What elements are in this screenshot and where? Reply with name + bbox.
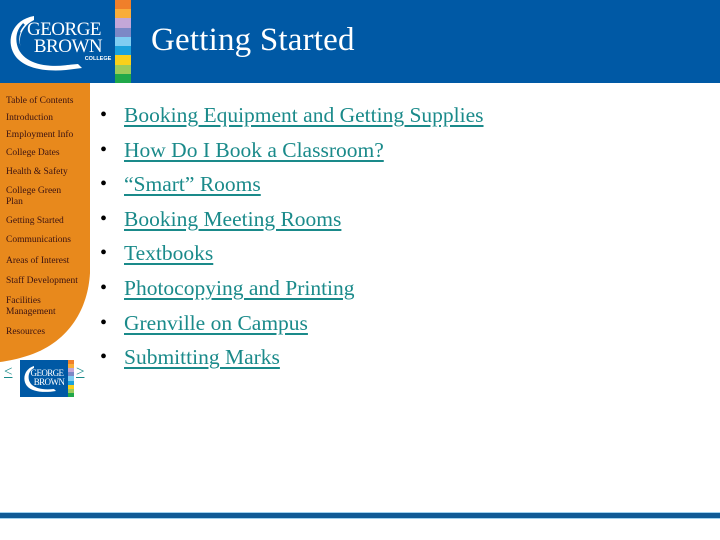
link-textbooks[interactable]: Textbooks [124, 237, 213, 269]
sidebar-item-employment-info[interactable]: Employment Info [6, 130, 88, 141]
bottom-divider [0, 512, 720, 519]
color-band [115, 64, 131, 74]
george-brown-logo-icon: GEORGE BROWN COLLEGE [10, 16, 112, 71]
link-submitting-marks[interactable]: Submitting Marks [124, 341, 280, 373]
previous-slide-button[interactable]: < [4, 364, 12, 381]
sidebar-item-college-green-plan[interactable]: College Green Plan [6, 186, 68, 208]
sidebar-item-table-of-contents[interactable]: Table of Contents [6, 96, 88, 107]
svg-text:BROWN: BROWN [34, 36, 103, 57]
sidebar-item-resources[interactable]: Resources [6, 327, 88, 338]
bullet-icon [100, 309, 120, 337]
link-booking-meeting-rooms[interactable]: Booking Meeting Rooms [124, 203, 341, 235]
bullet-icon [100, 170, 120, 198]
bullet-icon [100, 274, 120, 302]
color-band [115, 0, 131, 10]
next-slide-button[interactable]: > [76, 364, 84, 381]
page-title: Getting Started [151, 22, 355, 58]
link-grenville-on-campus[interactable]: Grenville on Campus [124, 307, 308, 339]
color-band [115, 9, 131, 19]
sidebar-item-staff-development[interactable]: Staff Development [6, 276, 88, 287]
svg-text:COLLEGE: COLLEGE [85, 56, 112, 62]
bullet-icon [100, 205, 120, 233]
color-band [115, 46, 131, 56]
sidebar-item-introduction[interactable]: Introduction [6, 113, 88, 124]
color-band [115, 73, 131, 83]
sidebar-item-facilities-management[interactable]: Facilities Management [6, 296, 68, 318]
sidebar-item-college-dates[interactable]: College Dates [6, 148, 88, 159]
color-band [115, 18, 131, 28]
sidebar-item-areas-of-interest[interactable]: Areas of Interest [6, 256, 88, 267]
color-band [115, 55, 131, 65]
color-band [115, 27, 131, 37]
svg-text:BROWN: BROWN [34, 377, 66, 387]
mini-color-strip [68, 360, 74, 397]
color-strip [115, 0, 131, 83]
link-booking-equipment[interactable]: Booking Equipment and Getting Supplies [124, 99, 484, 131]
header-banner: GEORGE BROWN COLLEGE Getting Started [0, 0, 720, 83]
color-band [115, 36, 131, 47]
home-logo-button[interactable]: GEORGE BROWN [20, 360, 74, 397]
link-book-classroom[interactable]: How Do I Book a Classroom? [124, 134, 384, 166]
george-brown-mini-logo-icon: GEORGE BROWN [24, 366, 66, 392]
sidebar-item-getting-started[interactable]: Getting Started [6, 216, 88, 227]
bullet-icon [100, 101, 120, 129]
bullet-icon [100, 136, 120, 164]
bullet-icon [100, 239, 120, 267]
link-smart-rooms[interactable]: “Smart” Rooms [124, 168, 261, 200]
link-photocopying-printing[interactable]: Photocopying and Printing [124, 272, 355, 304]
sidebar-item-health-safety[interactable]: Health & Safety [6, 167, 88, 178]
sidebar-item-communications[interactable]: Communications [6, 235, 88, 246]
bullet-icon [100, 343, 120, 371]
